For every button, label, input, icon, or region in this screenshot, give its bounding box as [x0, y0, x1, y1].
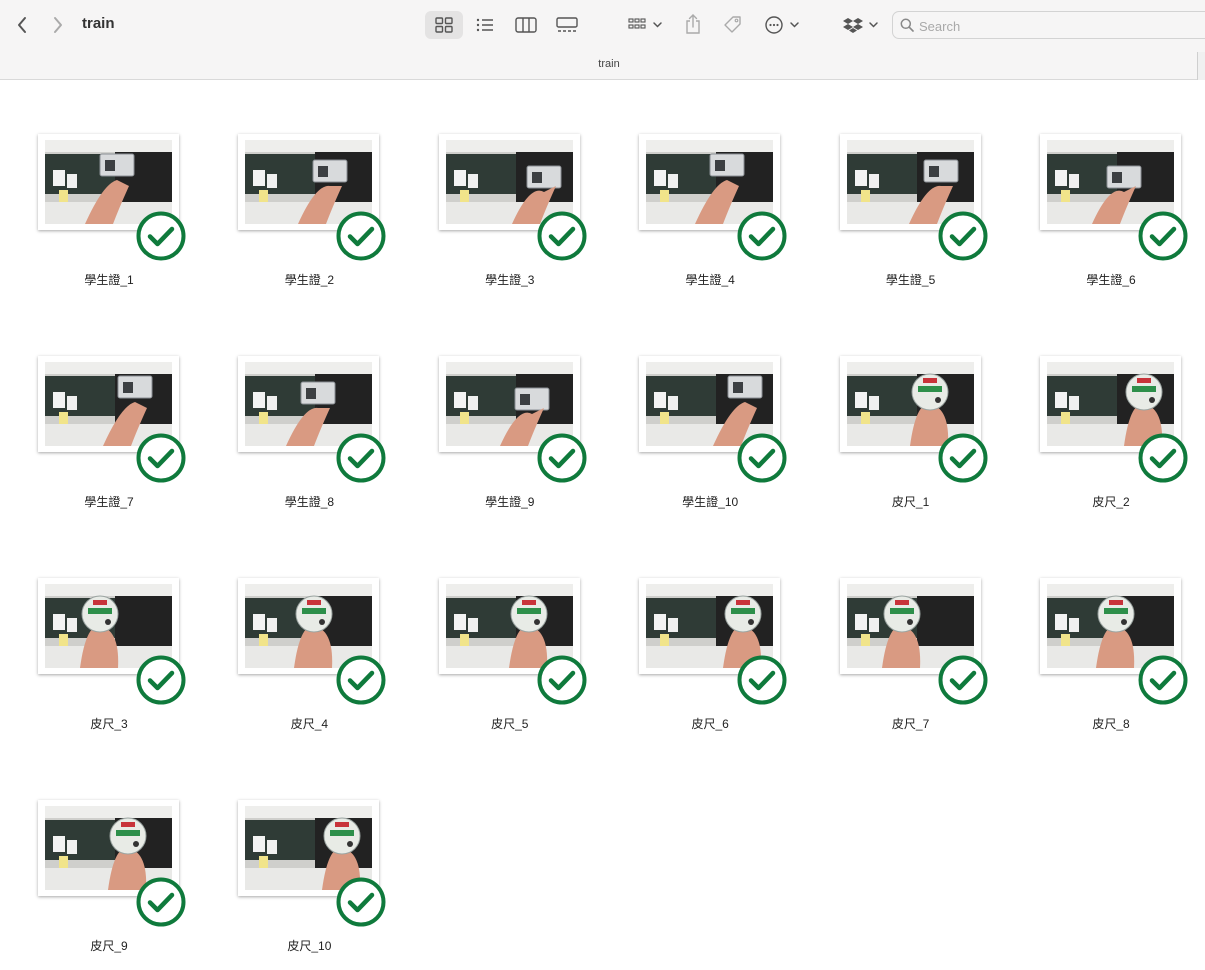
- file-item[interactable]: 學生證_10: [601, 302, 801, 524]
- dropbox-icon[interactable]: [842, 11, 882, 39]
- file-name-label[interactable]: 學生證_2: [200, 271, 418, 288]
- synced-check-icon: [136, 211, 186, 261]
- synced-check-icon: [336, 877, 386, 927]
- group-by-icon[interactable]: [624, 11, 666, 39]
- synced-check-icon: [336, 211, 386, 261]
- scrollbar[interactable]: [1197, 52, 1205, 80]
- file-item[interactable]: 學生證_3: [401, 80, 601, 302]
- file-item[interactable]: 學生證_2: [200, 80, 400, 302]
- synced-check-icon: [136, 655, 186, 705]
- file-name-label[interactable]: 皮尺_10: [200, 937, 418, 954]
- file-item[interactable]: 皮尺_2: [1002, 302, 1202, 524]
- file-name-label[interactable]: 學生證_1: [0, 271, 218, 288]
- file-name-label[interactable]: 皮尺_5: [401, 715, 619, 732]
- file-name-label[interactable]: 皮尺_4: [200, 715, 418, 732]
- file-item[interactable]: 皮尺_10: [200, 746, 400, 968]
- synced-check-icon: [1138, 211, 1188, 261]
- file-item[interactable]: 皮尺_8: [1002, 524, 1202, 746]
- file-name-label[interactable]: 學生證_9: [401, 493, 619, 510]
- file-item[interactable]: 學生證_1: [0, 80, 200, 302]
- file-item[interactable]: 皮尺_9: [0, 746, 200, 968]
- file-name-label[interactable]: 學生證_3: [401, 271, 619, 288]
- synced-check-icon: [537, 655, 587, 705]
- synced-check-icon: [938, 211, 988, 261]
- search-icon: [900, 18, 914, 37]
- file-name-label[interactable]: 學生證_8: [200, 493, 418, 510]
- synced-check-icon: [537, 211, 587, 261]
- file-item[interactable]: 學生證_7: [0, 302, 200, 524]
- synced-check-icon: [737, 211, 787, 261]
- chevron-left-icon[interactable]: [12, 14, 32, 36]
- tag-icon[interactable]: [720, 10, 746, 38]
- synced-check-icon: [938, 655, 988, 705]
- synced-check-icon: [336, 655, 386, 705]
- file-name-label[interactable]: 皮尺_1: [802, 493, 1020, 510]
- file-item[interactable]: 皮尺_4: [200, 524, 400, 746]
- file-item[interactable]: 學生證_8: [200, 302, 400, 524]
- file-name-label[interactable]: 皮尺_9: [0, 937, 218, 954]
- file-item[interactable]: 學生證_5: [802, 80, 1002, 302]
- file-name-label[interactable]: 皮尺_7: [802, 715, 1020, 732]
- gallery-view-icon[interactable]: [552, 11, 582, 39]
- file-item[interactable]: 皮尺_3: [0, 524, 200, 746]
- synced-check-icon: [1138, 655, 1188, 705]
- file-name-label[interactable]: 學生證_6: [1002, 271, 1205, 288]
- synced-check-icon: [737, 433, 787, 483]
- file-name-label[interactable]: 皮尺_2: [1002, 493, 1205, 510]
- file-name-label[interactable]: 皮尺_8: [1002, 715, 1205, 732]
- synced-check-icon: [136, 433, 186, 483]
- file-name-label[interactable]: 學生證_10: [601, 493, 819, 510]
- icon-view-icon[interactable]: [425, 11, 463, 39]
- file-item[interactable]: 學生證_6: [1002, 80, 1202, 302]
- file-name-label[interactable]: 皮尺_6: [601, 715, 819, 732]
- file-name-label[interactable]: 學生證_4: [601, 271, 819, 288]
- file-grid: 學生證_1 學生證_2 學生證_3 學生證_4 學生證_5 學生證_6 學生證_7 學生證_8…: [0, 80, 1205, 970]
- file-name-label[interactable]: 學生證_7: [0, 493, 218, 510]
- file-item[interactable]: 學生證_4: [601, 80, 801, 302]
- synced-check-icon: [537, 433, 587, 483]
- synced-check-icon: [1138, 433, 1188, 483]
- ellipsis-circle-icon[interactable]: [762, 11, 802, 39]
- chevron-right-icon[interactable]: [48, 14, 68, 36]
- file-item[interactable]: 皮尺_7: [802, 524, 1002, 746]
- file-item[interactable]: 皮尺_5: [401, 524, 601, 746]
- search-input[interactable]: [919, 16, 1199, 36]
- search-field[interactable]: [892, 11, 1205, 39]
- synced-check-icon: [136, 877, 186, 927]
- window-title: train: [82, 15, 115, 32]
- file-item[interactable]: 學生證_9: [401, 302, 601, 524]
- path-label: train: [598, 58, 620, 70]
- file-item[interactable]: 皮尺_6: [601, 524, 801, 746]
- share-icon[interactable]: [682, 10, 704, 38]
- file-item[interactable]: 皮尺_1: [802, 302, 1002, 524]
- column-view-icon[interactable]: [511, 11, 541, 39]
- synced-check-icon: [737, 655, 787, 705]
- synced-check-icon: [336, 433, 386, 483]
- toolbar: train train: [0, 0, 1205, 80]
- file-name-label[interactable]: 學生證_5: [802, 271, 1020, 288]
- synced-check-icon: [938, 433, 988, 483]
- file-name-label[interactable]: 皮尺_3: [0, 715, 218, 732]
- list-view-icon[interactable]: [470, 11, 500, 39]
